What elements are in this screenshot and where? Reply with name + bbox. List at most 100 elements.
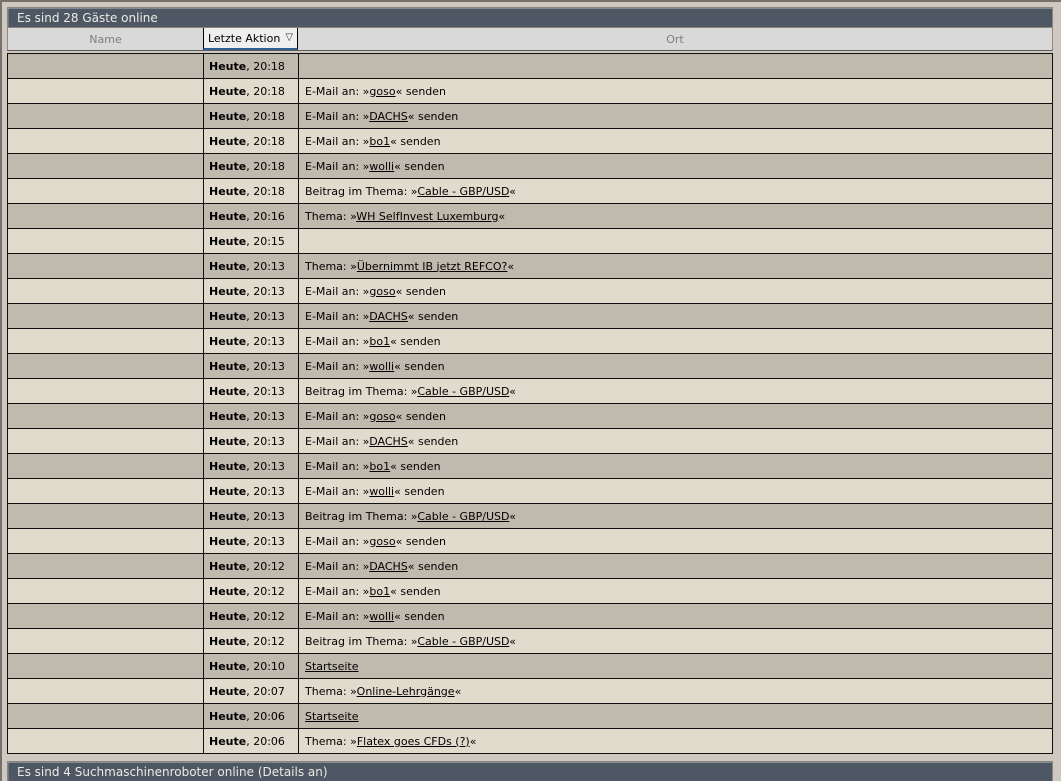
action-suffix: «	[469, 734, 477, 748]
action-prefix: Beitrag im Thema: »	[305, 509, 418, 523]
action-prefix: Beitrag im Thema: »	[305, 634, 418, 648]
guest-name-cell	[8, 329, 203, 353]
table-row: Heute, 20:16 Thema: »WH SelfInvest Luxem…	[8, 204, 1052, 229]
guests-title: Es sind 28 Gäste online	[17, 11, 158, 25]
table-row: Heute, 20:13 E-Mail an: »wolli« senden	[8, 354, 1052, 379]
action-link[interactable]: WH SelfInvest Luxemburg	[356, 210, 498, 223]
day-label: Heute	[209, 559, 247, 573]
guest-name-cell	[8, 554, 203, 578]
day-label: Heute	[209, 709, 247, 723]
action-link[interactable]: bo1	[369, 585, 390, 598]
time-value: , 20:10	[246, 659, 285, 673]
action-link[interactable]: bo1	[369, 460, 390, 473]
time-value: , 20:18	[246, 134, 285, 148]
location-cell: Startseite	[298, 654, 1052, 678]
table-row: Heute, 20:18 E-Mail an: »goso« senden	[8, 79, 1052, 104]
action-suffix: « senden	[394, 609, 445, 623]
action-link[interactable]: Online-Lehrgänge	[357, 685, 455, 698]
action-suffix: « senden	[394, 159, 445, 173]
sort-descending-icon: ▽	[285, 32, 294, 43]
last-action-time-cell: Heute, 20:18	[203, 154, 298, 178]
action-link[interactable]: Cable - GBP/USD	[417, 185, 509, 198]
action-link[interactable]: Startseite	[305, 710, 359, 723]
guest-name-cell	[8, 504, 203, 528]
guest-name-cell	[8, 204, 203, 228]
action-suffix: « senden	[407, 109, 459, 123]
robots-details-link[interactable]: (Details an)	[258, 765, 328, 779]
action-link[interactable]: DACHS	[369, 110, 408, 123]
action-link[interactable]: goso	[369, 85, 395, 98]
day-label: Heute	[209, 259, 247, 273]
action-link[interactable]: bo1	[369, 335, 390, 348]
guest-name-cell	[8, 604, 203, 628]
last-action-time-cell: Heute, 20:13	[203, 254, 298, 278]
table-row: Heute, 20:15	[8, 229, 1052, 254]
action-prefix: E-Mail an: »	[305, 334, 370, 348]
column-header-last-action-label: Letzte Aktion	[207, 31, 281, 45]
day-label: Heute	[209, 584, 247, 598]
time-value: , 20:15	[246, 234, 285, 248]
action-link[interactable]: DACHS	[369, 310, 408, 323]
action-link[interactable]: goso	[369, 535, 395, 548]
last-action-time-cell: Heute, 20:16	[203, 204, 298, 228]
guest-name-cell	[8, 179, 203, 203]
column-header-last-action[interactable]: Letzte Aktion ▽	[203, 28, 298, 50]
location-cell: E-Mail an: »DACHS« senden	[298, 554, 1052, 578]
location-cell: Thema: »Übernimmt IB jetzt REFCO?«	[298, 254, 1052, 278]
action-link[interactable]: goso	[369, 410, 395, 423]
action-link[interactable]: Cable - GBP/USD	[417, 635, 509, 648]
table-row: Heute, 20:06 Thema: »Flatex goes CFDs (?…	[8, 729, 1052, 753]
location-cell: Beitrag im Thema: »Cable - GBP/USD«	[298, 379, 1052, 403]
action-prefix: E-Mail an: »	[305, 159, 370, 173]
location-cell: Thema: »Flatex goes CFDs (?)«	[298, 729, 1052, 753]
location-cell: Beitrag im Thema: »Cable - GBP/USD«	[298, 504, 1052, 528]
time-value: , 20:18	[246, 84, 285, 98]
action-link[interactable]: Übernimmt IB jetzt REFCO?	[357, 260, 508, 273]
last-action-time-cell: Heute, 20:10	[203, 654, 298, 678]
action-link[interactable]: Cable - GBP/USD	[417, 510, 509, 523]
column-header-row: Name Letzte Aktion ▽ Ort	[7, 28, 1053, 51]
guest-name-cell	[8, 579, 203, 603]
action-link[interactable]: bo1	[369, 135, 390, 148]
table-row: Heute, 20:13 Beitrag im Thema: »Cable - …	[8, 379, 1052, 404]
day-label: Heute	[209, 159, 247, 173]
action-link[interactable]: wolli	[369, 610, 394, 623]
action-link[interactable]: Startseite	[305, 660, 359, 673]
action-suffix: « senden	[407, 434, 459, 448]
time-value: , 20:18	[246, 109, 285, 123]
location-cell: E-Mail an: »goso« senden	[298, 279, 1052, 303]
action-link[interactable]: DACHS	[369, 560, 408, 573]
action-suffix: « senden	[390, 134, 441, 148]
action-link[interactable]: goso	[369, 285, 395, 298]
last-action-time-cell: Heute, 20:07	[203, 679, 298, 703]
guest-name-cell	[8, 79, 203, 103]
last-action-time-cell: Heute, 20:13	[203, 304, 298, 328]
day-label: Heute	[209, 109, 247, 123]
action-prefix: E-Mail an: »	[305, 459, 370, 473]
action-link[interactable]: DACHS	[369, 435, 408, 448]
action-link[interactable]: wolli	[369, 160, 394, 173]
table-row: Heute, 20:18	[8, 54, 1052, 79]
guest-name-cell	[8, 104, 203, 128]
guest-name-cell	[8, 354, 203, 378]
action-link[interactable]: Cable - GBP/USD	[417, 385, 509, 398]
table-row: Heute, 20:07 Thema: »Online-Lehrgänge«	[8, 679, 1052, 704]
guest-name-cell	[8, 679, 203, 703]
last-action-time-cell: Heute, 20:18	[203, 179, 298, 203]
day-label: Heute	[209, 484, 247, 498]
action-link[interactable]: wolli	[369, 485, 394, 498]
action-suffix: « senden	[407, 559, 459, 573]
action-prefix: E-Mail an: »	[305, 534, 370, 548]
action-link[interactable]: wolli	[369, 360, 394, 373]
action-prefix: E-Mail an: »	[305, 284, 370, 298]
guest-name-cell	[8, 254, 203, 278]
guest-name-cell	[8, 229, 203, 253]
action-prefix: E-Mail an: »	[305, 584, 370, 598]
day-label: Heute	[209, 534, 247, 548]
location-cell: E-Mail an: »DACHS« senden	[298, 304, 1052, 328]
table-row: Heute, 20:10 Startseite	[8, 654, 1052, 679]
location-cell: Beitrag im Thema: »Cable - GBP/USD«	[298, 629, 1052, 653]
time-value: , 20:13	[246, 534, 285, 548]
guest-name-cell	[8, 729, 203, 753]
action-link[interactable]: Flatex goes CFDs (?)	[357, 735, 470, 748]
